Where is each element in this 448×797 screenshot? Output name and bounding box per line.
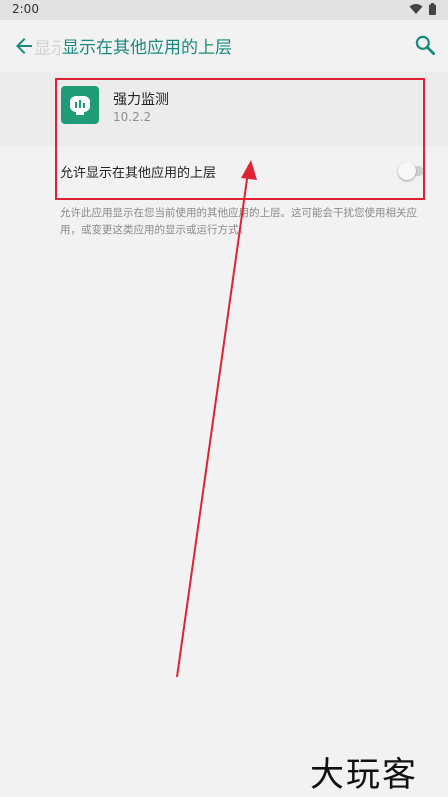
arrow-left-icon[interactable]	[12, 34, 36, 58]
page-title: 显示在其他应用的上层	[62, 38, 232, 58]
toolbar: 显示在 显示在其他应用的上层	[0, 20, 448, 72]
status-time: 2:00	[12, 2, 39, 16]
search-icon[interactable]	[412, 32, 438, 58]
annotation-highlight-box	[55, 78, 425, 200]
status-icons	[409, 3, 436, 15]
watermark-logo: 大玩客	[310, 755, 418, 795]
ghost-title: 显示在	[34, 39, 60, 59]
setting-description: 允许此应用显示在您当前使用的其他应用的上层。这可能会干扰您使用相关应用，或变更这…	[60, 207, 417, 236]
status-bar: 2:00	[0, 0, 448, 20]
wifi-icon	[409, 4, 423, 14]
battery-icon	[429, 3, 436, 15]
